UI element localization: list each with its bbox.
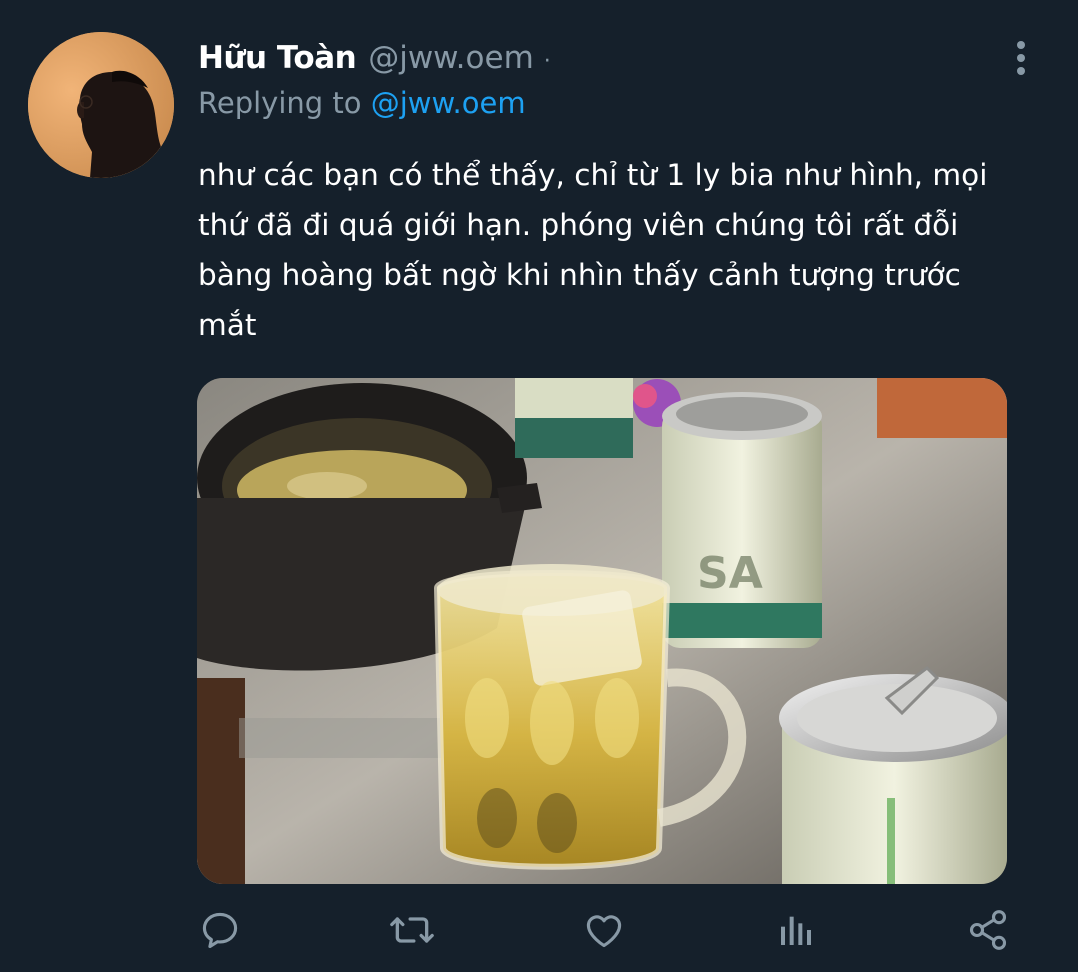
- share-icon: [969, 910, 1007, 950]
- more-dot-icon: [1017, 54, 1025, 62]
- more-dot-icon: [1017, 67, 1025, 75]
- like-button[interactable]: [576, 900, 632, 960]
- tweet-text: như các bạn có thể thấy, chỉ từ 1 ly bia…: [198, 158, 988, 342]
- more-options-button[interactable]: [1004, 36, 1038, 80]
- tweet-header: Hữu Toàn @jww.oem ·: [198, 40, 551, 86]
- reply-icon: [202, 912, 238, 949]
- tweet-media-photo[interactable]: SA: [197, 378, 1007, 884]
- analytics-icon: [781, 916, 811, 945]
- replying-to: Replying to @jww.oem: [198, 86, 526, 120]
- reply-mention-link[interactable]: @jww.oem: [371, 86, 526, 120]
- replying-to-prefix: Replying to: [198, 86, 371, 120]
- avatar-photo: [28, 32, 174, 178]
- author-display-name[interactable]: Hữu Toàn: [198, 40, 357, 76]
- analytics-button[interactable]: [768, 900, 824, 960]
- header-separator: ·: [543, 49, 551, 74]
- retweet-icon: [390, 917, 434, 943]
- svg-text:SA: SA: [697, 548, 763, 599]
- share-button[interactable]: [960, 900, 1016, 960]
- retweet-button[interactable]: [384, 900, 440, 960]
- more-dot-icon: [1017, 41, 1025, 49]
- reply-button[interactable]: [192, 900, 248, 960]
- avatar[interactable]: [28, 32, 174, 178]
- tweet[interactable]: Hữu Toàn @jww.oem · Replying to @jww.oem…: [0, 0, 1078, 972]
- photo-icon: SA: [197, 378, 1007, 884]
- tweet-action-bar: [0, 900, 1078, 960]
- author-handle[interactable]: @jww.oem: [368, 40, 534, 76]
- heart-icon: [586, 915, 622, 948]
